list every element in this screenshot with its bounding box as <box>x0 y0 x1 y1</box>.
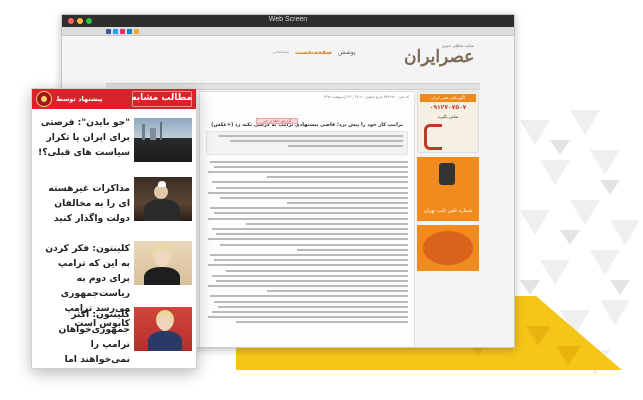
rss-icon[interactable] <box>134 28 139 34</box>
nav-item-home[interactable]: صفحه‌نخست <box>295 49 332 56</box>
site-logo[interactable]: سایت تحلیلی خبری عصرایران <box>404 43 474 77</box>
site-header: سیاه‌نمایی صفحه‌نخست پوشش سایت تحلیلی خب… <box>102 41 478 81</box>
article-thumbnail[interactable] <box>134 241 192 285</box>
header-nav: سیاه‌نمایی صفحه‌نخست پوشش <box>272 49 356 56</box>
telegram-icon[interactable] <box>127 28 132 34</box>
card-title: مطالب مشابه <box>131 93 192 103</box>
article-thumbnail[interactable] <box>134 118 192 162</box>
article-body <box>200 159 414 329</box>
list-item[interactable]: مذاکرات غیرهسته ای را به مخالفان دولت وا… <box>32 175 196 237</box>
ad-phone: ۰۹۱۲۷۰۷۵۰۷ <box>429 104 467 111</box>
list-item[interactable]: کلینتون: اکثر جمهوری‌خواهان ترامپ را نمی… <box>32 303 196 365</box>
nav-item-coverage[interactable]: پوشش <box>338 49 355 56</box>
ad-banner-asriran[interactable]: آگهی‌های عصر ایران ۰۹۱۲۷۰۷۵۰۷ تماس بگیری… <box>417 91 479 153</box>
ad-title: آگهی‌های عصر ایران <box>420 94 476 102</box>
phone-handset-icon <box>424 124 442 150</box>
emblem-icon <box>36 91 52 107</box>
instagram-icon[interactable] <box>120 28 125 34</box>
article-thumbnail[interactable] <box>134 307 192 351</box>
ad-banner-phone-number[interactable]: شماره تلفن ثابت تهران <box>417 157 479 221</box>
article-lead <box>206 131 408 155</box>
right-ads-column: آگهی‌های عصر ایران ۰۹۱۲۷۰۷۵۰۷ تماس بگیری… <box>417 91 479 347</box>
article-headline[interactable]: کلینتون: اکثر جمهوری‌خواهان ترامپ را نمی… <box>38 307 130 368</box>
article-headline[interactable]: مذاکرات غیرهسته ای را به مخالفان دولت وا… <box>38 181 130 226</box>
card-subtitle: پیشنهاد ثوسط <box>56 95 103 103</box>
ad-banner-orange[interactable] <box>417 225 479 271</box>
facebook-icon[interactable] <box>106 28 111 34</box>
report-error-button[interactable]: گزارش خطا در خبر <box>256 118 298 124</box>
card-header: پیشنهاد ثوسط مطالب مشابه <box>32 89 196 109</box>
window-title: Web Screen <box>268 16 308 23</box>
list-item[interactable]: "جو بایدن": فرصتی برای ایران یا تکرار سی… <box>32 115 196 177</box>
twitter-icon[interactable] <box>113 28 118 34</box>
site-topbar <box>62 27 514 36</box>
ad-graphic <box>423 231 473 265</box>
list-item[interactable]: کلینتون: فکر کردن به این که ترامپ برای د… <box>32 239 196 329</box>
social-icons <box>106 28 139 34</box>
ad-cta: تماس بگیرید <box>437 114 459 119</box>
telephone-icon <box>439 163 455 185</box>
header-tag[interactable]: سیاه‌نمایی <box>272 49 289 56</box>
article-headline[interactable]: "جو بایدن": فرصتی برای ایران یا تکرار سی… <box>38 115 130 160</box>
article-title: ترامپ کار خود را پیش برد؛ قاضی پیشنهادی … <box>211 122 403 128</box>
article-meta: کد خبر: ۳۵۴۱۷۶۰ تاریخ انتشار: ۲۳:۱۱ - ۲۳… <box>323 95 409 99</box>
related-articles-card: پیشنهاد ثوسط مطالب مشابه "جو بایدن": فرص… <box>31 88 197 369</box>
article-content: کد خبر: ۳۵۴۱۷۶۰ تاریخ انتشار: ۲۳:۱۱ - ۲۳… <box>199 91 415 347</box>
logo-text: عصرایران <box>404 47 475 67</box>
article-thumbnail[interactable] <box>134 177 192 221</box>
ad-text: شماره تلفن ثابت تهران <box>423 208 473 214</box>
window-titlebar: Web Screen <box>62 15 514 27</box>
